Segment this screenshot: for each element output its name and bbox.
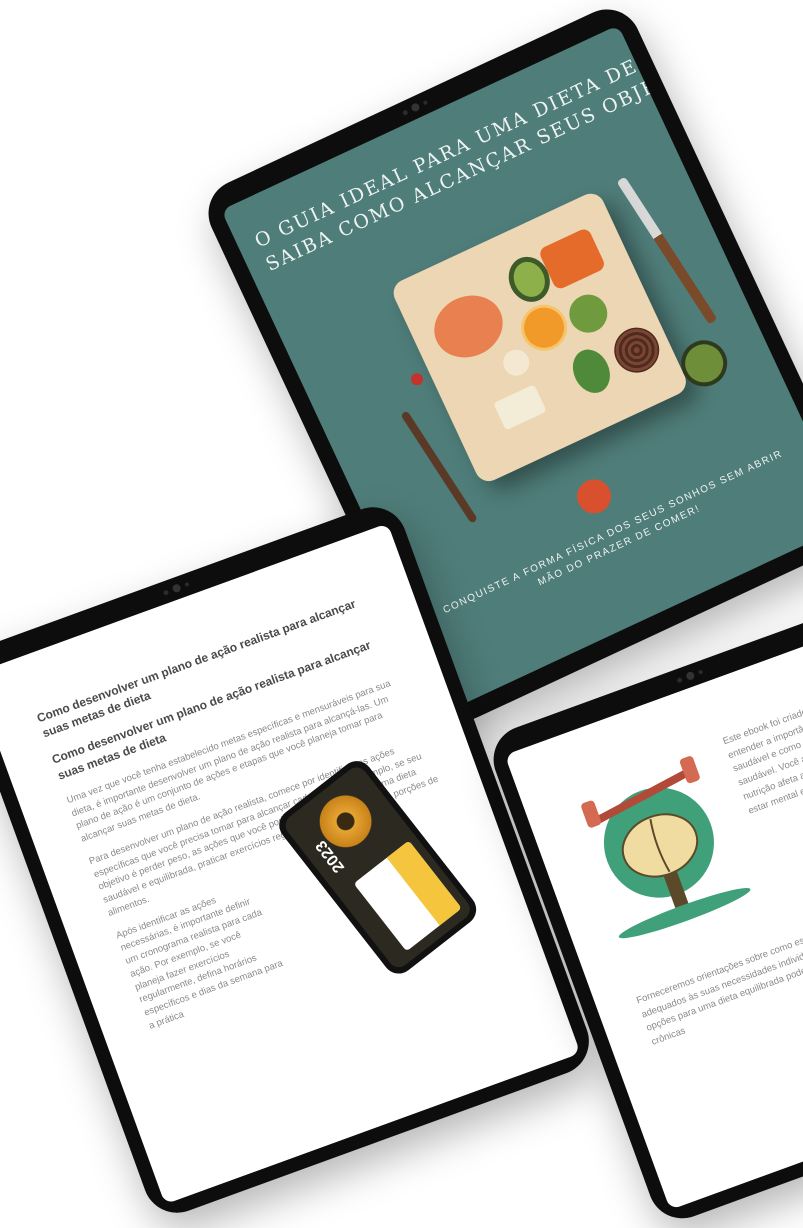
right-paragraph-1: Este ebook foi criado para ajudá-lo a en… [721,684,803,817]
tomato-icon [571,473,617,519]
salmon-icon [424,284,513,369]
left-page-content: Como desenvolver um plano de ação realis… [35,589,490,1042]
broccoli-icon [563,288,614,339]
right-screen: Este ebook foi criado para ajudá-lo a en… [504,617,803,1210]
orange-icon [513,297,575,359]
cheese-icon [493,384,547,431]
spiral-icon [606,320,667,381]
greens-icon [566,343,617,400]
camera-icon [162,580,190,597]
camera-icon [676,668,704,685]
brain-illustration [581,756,751,939]
radish-icon [408,371,425,388]
food-board-illustration [389,189,691,486]
egg-icon [498,345,534,380]
